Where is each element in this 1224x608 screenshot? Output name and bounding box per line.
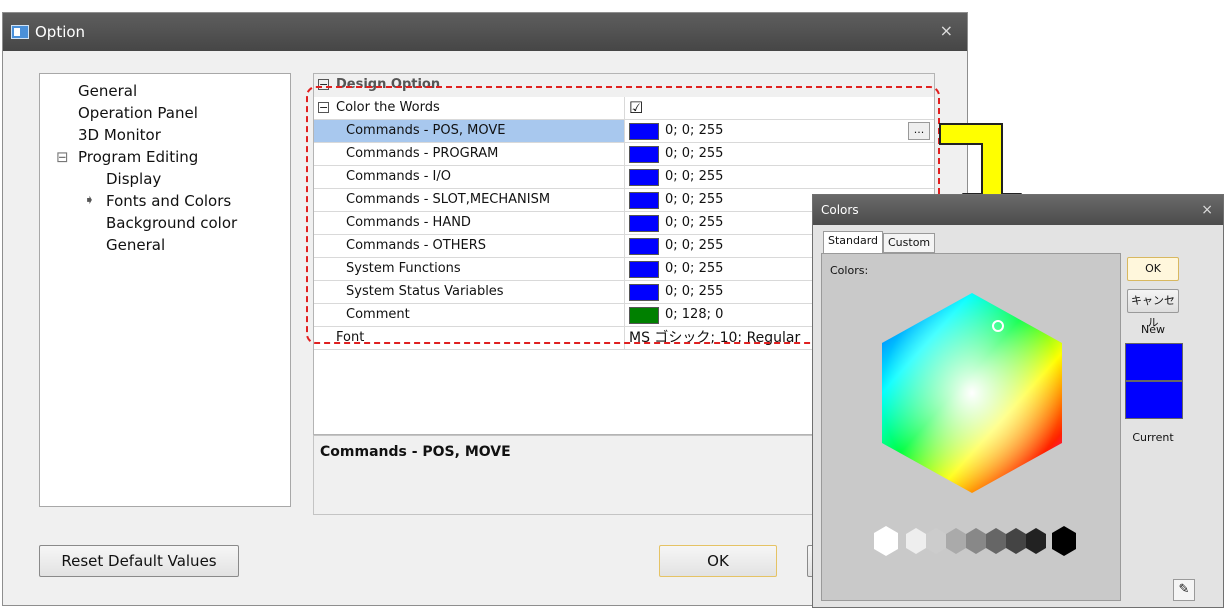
color-row[interactable]: Commands - POS, MOVE 0; 0; 255... (314, 120, 934, 143)
color-row-label: Commands - HAND (346, 215, 471, 230)
color-words-value: ☑ (624, 97, 934, 119)
color-row[interactable]: Commands - PROGRAM 0; 0; 255 (314, 143, 934, 166)
font-label: Font (336, 330, 365, 345)
color-value-text: 0; 128; 0 (665, 307, 724, 322)
colors-ok-button[interactable]: OK (1127, 257, 1179, 281)
category-label: Design Option (336, 77, 441, 92)
colors-title: Colors (821, 203, 859, 217)
color-value-text: 0; 0; 255 (665, 146, 724, 161)
color-words-collapse-icon[interactable]: − (318, 102, 329, 113)
font-value[interactable]: MS ゴシック; 10; Regular (629, 327, 800, 349)
color-swatch (629, 192, 659, 209)
color-value-cell[interactable]: 0; 0; 255 (624, 166, 934, 188)
color-value-text: 0; 0; 255 (665, 192, 724, 207)
color-value-text: 0; 0; 255 (665, 238, 724, 253)
color-value-cell[interactable]: 0; 0; 255... (624, 120, 934, 142)
colors-close-button[interactable]: × (1201, 195, 1213, 225)
current-color-swatch (1125, 381, 1183, 419)
color-value-text: 0; 0; 255 (665, 284, 724, 299)
grayscale-swatches[interactable] (866, 522, 1086, 562)
eyedropper-icon[interactable]: ✎ (1173, 579, 1195, 601)
tree-item-general-sub[interactable]: General (106, 234, 165, 256)
window-title: Option (35, 23, 86, 41)
color-value-text: 0; 0; 255 (665, 169, 724, 184)
new-color-swatch (1125, 343, 1183, 381)
colors-cancel-button[interactable]: キャンセル (1127, 289, 1179, 329)
tab-standard[interactable]: Standard (823, 231, 884, 253)
tree-item-background-color[interactable]: Background color (106, 212, 237, 234)
colors-panel-label: Colors: (830, 264, 869, 277)
new-label: New (1141, 323, 1165, 336)
color-row-label: Comment (346, 307, 410, 322)
color-row-label: Commands - I/O (346, 169, 451, 184)
option-titlebar: Option × (3, 13, 967, 51)
color-swatch (629, 169, 659, 186)
selected-arrow-icon: ➧ (84, 193, 95, 208)
color-swatch (629, 215, 659, 232)
color-row-label: Commands - SLOT,MECHANISM (346, 192, 551, 207)
color-words-checkbox[interactable]: ☑ (629, 97, 643, 119)
category-collapse-icon[interactable]: − (318, 79, 329, 90)
color-row[interactable]: Commands - I/O 0; 0; 255 (314, 166, 934, 189)
color-value-cell[interactable]: 0; 0; 255 (624, 143, 934, 165)
color-swatch (629, 261, 659, 278)
color-row-label: Commands - OTHERS (346, 238, 486, 253)
color-row-label: Commands - POS, MOVE (314, 120, 624, 142)
current-label: Current (1132, 431, 1174, 444)
tab-custom[interactable]: Custom (883, 233, 936, 253)
color-value-text: 0; 0; 255 (665, 215, 724, 230)
tree-item-3d-monitor[interactable]: 3D Monitor (78, 124, 161, 146)
collapse-icon[interactable]: ⊟ (56, 146, 69, 168)
color-hexagon[interactable] (862, 288, 1082, 498)
colors-dialog: Colors × Standard Custom Colors: OK キャンセ… (812, 194, 1224, 608)
color-row-label: System Status Variables (346, 284, 504, 299)
tree-item-general[interactable]: General (78, 80, 137, 102)
window-icon (11, 25, 29, 39)
color-swatch (629, 146, 659, 163)
color-words-row[interactable]: − Color the Words ☑ (314, 97, 934, 120)
color-row-label: System Functions (346, 261, 461, 276)
color-swatch (629, 284, 659, 301)
tree-item-program-editing[interactable]: Program Editing (78, 146, 198, 168)
close-button[interactable]: × (940, 21, 953, 40)
ellipsis-button[interactable]: ... (908, 122, 930, 140)
colors-titlebar: Colors × (813, 195, 1223, 225)
ok-button[interactable]: OK (659, 545, 777, 577)
color-swatch (629, 123, 659, 140)
standard-color-panel: Colors: (821, 253, 1121, 601)
tree-item-operation-panel[interactable]: Operation Panel (78, 102, 198, 124)
color-value-text: 0; 0; 255 (665, 261, 724, 276)
description-title: Commands - POS, MOVE (320, 444, 511, 460)
grid-category-row[interactable]: − Design Option (314, 74, 934, 97)
tree-item-display[interactable]: Display (106, 168, 161, 190)
reset-default-button[interactable]: Reset Default Values (39, 545, 239, 577)
tree-item-fonts-and-colors[interactable]: Fonts and Colors (106, 190, 231, 212)
settings-tree: General Operation Panel 3D Monitor ⊟ Pro… (39, 73, 291, 507)
color-row-label: Commands - PROGRAM (346, 146, 499, 161)
color-words-label: Color the Words (336, 100, 440, 115)
color-swatch (629, 307, 659, 324)
color-value-text: 0; 0; 255 (665, 123, 724, 138)
color-swatch (629, 238, 659, 255)
